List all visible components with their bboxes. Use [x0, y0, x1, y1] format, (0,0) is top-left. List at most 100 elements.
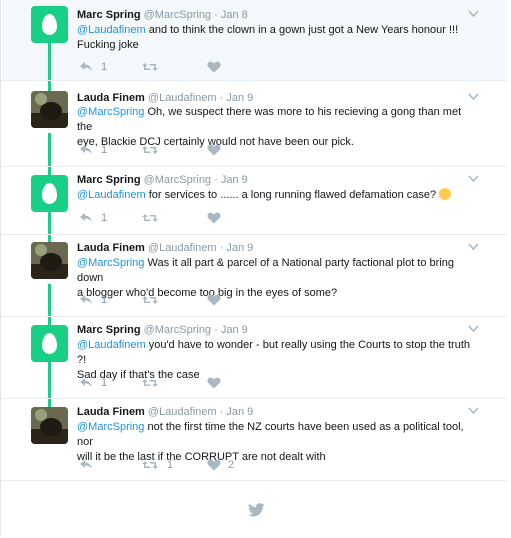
display-name[interactable]: Marc Spring — [77, 9, 141, 21]
timestamp[interactable]: Jan 8 — [221, 9, 248, 21]
reply-count: 1 — [101, 61, 108, 73]
thread-line — [48, 43, 51, 80]
reply-icon[interactable] — [79, 60, 93, 74]
handle[interactable]: @MarcSpring — [144, 324, 211, 336]
retweet-icon[interactable] — [142, 143, 158, 157]
reply-icon[interactable] — [79, 376, 93, 390]
heart-icon[interactable] — [207, 376, 221, 390]
tweet-text: @Laudafinem for services to ...... a lon… — [77, 188, 477, 203]
timestamp[interactable]: Jan 9 — [221, 174, 248, 186]
reply-count: 1 — [101, 377, 108, 389]
tweet-text: @MarcSpring Was it all part & parcel of … — [77, 257, 455, 299]
thread-line — [48, 133, 51, 167]
separator: · — [219, 92, 224, 104]
laughing-emoji-icon — [439, 188, 452, 200]
retweet-icon[interactable] — [142, 60, 158, 74]
mention-link[interactable]: @MarcSpring — [77, 106, 144, 118]
heart-icon[interactable] — [207, 293, 221, 307]
chevron-down-icon[interactable] — [468, 175, 479, 183]
heart-icon[interactable] — [207, 211, 221, 225]
retweet-icon[interactable] — [142, 211, 158, 225]
retweet-icon[interactable] — [142, 458, 158, 472]
handle[interactable]: @Laudafinem — [148, 406, 217, 418]
tweet[interactable]: Lauda Finem @Laudafinem · Jan 9 @MarcSpr… — [1, 234, 507, 317]
thread-line — [48, 212, 51, 235]
timeline-footer — [1, 480, 507, 538]
retweet-count: 1 — [167, 459, 174, 471]
timestamp[interactable]: Jan 9 — [226, 92, 253, 104]
separator: · — [219, 406, 224, 418]
handle[interactable]: @MarcSpring — [144, 9, 211, 21]
reply-icon[interactable] — [79, 211, 93, 225]
chevron-down-icon[interactable] — [468, 407, 479, 415]
dog-photo — [31, 242, 68, 279]
display-name[interactable]: Lauda Finem — [77, 406, 145, 418]
heart-icon[interactable] — [207, 458, 221, 472]
thread-line — [48, 399, 51, 407]
separator: · — [214, 9, 218, 21]
like-count: 2 — [228, 459, 235, 471]
tweet-header: Marc Spring @MarcSpring · Jan 8 — [77, 9, 248, 21]
twitter-bird-icon — [248, 503, 265, 517]
thread-line — [48, 167, 51, 175]
dog-photo — [31, 91, 68, 128]
retweet-icon[interactable] — [142, 293, 158, 307]
handle[interactable]: @Laudafinem — [148, 242, 217, 254]
mention-link[interactable]: @MarcSpring — [77, 257, 144, 269]
reply-icon[interactable] — [79, 293, 93, 307]
thread-line — [48, 362, 51, 399]
heart-icon[interactable] — [207, 60, 221, 74]
conversation-thread: Marc Spring @MarcSpring · Jan 8 @Laudafi… — [0, 0, 511, 537]
reply-icon[interactable] — [79, 143, 93, 157]
avatar[interactable] — [31, 325, 68, 362]
thread-line — [48, 235, 51, 242]
timestamp[interactable]: Jan 9 — [226, 406, 253, 418]
tweet-header: Lauda Finem @Laudafinem · Jan 9 — [77, 242, 253, 254]
mention-link[interactable]: @MarcSpring — [77, 421, 144, 433]
tweet[interactable]: Lauda Finem @Laudafinem · Jan 9 @MarcSpr… — [1, 80, 507, 167]
chevron-down-icon[interactable] — [468, 243, 479, 251]
avatar[interactable] — [31, 242, 68, 279]
chevron-down-icon[interactable] — [468, 93, 479, 101]
reply-count: 1 — [101, 212, 108, 224]
handle[interactable]: @Laudafinem — [148, 92, 217, 104]
mention-link[interactable]: @Laudafinem — [77, 189, 146, 201]
handle[interactable]: @MarcSpring — [144, 174, 211, 186]
heart-icon[interactable] — [207, 143, 221, 157]
tweet-header: Marc Spring @MarcSpring · Jan 9 — [77, 174, 248, 186]
thread-line — [48, 284, 51, 317]
tweet[interactable]: Lauda Finem @Laudafinem · Jan 9 @MarcSpr… — [1, 398, 507, 480]
display-name[interactable]: Lauda Finem — [77, 242, 145, 254]
timestamp[interactable]: Jan 9 — [221, 324, 248, 336]
avatar[interactable] — [31, 175, 68, 212]
separator: · — [214, 174, 218, 186]
tweet-text: @Laudafinem and to think the clown in a … — [77, 24, 459, 51]
reply-icon[interactable] — [79, 458, 93, 472]
reply-count: 1 — [101, 294, 108, 306]
tweet-header: Marc Spring @MarcSpring · Jan 9 — [77, 324, 248, 336]
tweet[interactable]: Marc Spring @MarcSpring · Jan 9 @Laudafi… — [1, 316, 507, 399]
tweet-header: Lauda Finem @Laudafinem · Jan 9 — [77, 92, 253, 104]
mention-link[interactable]: @Laudafinem — [77, 24, 146, 36]
display-name[interactable]: Marc Spring — [77, 174, 141, 186]
display-name[interactable]: Lauda Finem — [77, 92, 145, 104]
separator: · — [214, 324, 218, 336]
tweet[interactable]: Marc Spring @MarcSpring · Jan 8 @Laudafi… — [1, 0, 507, 80]
tweet-text: @Laudafinem you'd have to wonder - but r… — [77, 339, 470, 381]
avatar[interactable] — [31, 407, 68, 444]
display-name[interactable]: Marc Spring — [77, 324, 141, 336]
tweet[interactable]: Marc Spring @MarcSpring · Jan 9 @Laudafi… — [1, 166, 507, 235]
separator: · — [219, 242, 224, 254]
mention-link[interactable]: @Laudafinem — [77, 339, 146, 351]
timestamp[interactable]: Jan 9 — [226, 242, 253, 254]
thread-line — [48, 81, 51, 91]
avatar[interactable] — [31, 6, 68, 43]
dog-photo — [31, 407, 68, 444]
thread-line — [48, 317, 51, 325]
chevron-down-icon[interactable] — [468, 325, 479, 333]
avatar[interactable] — [31, 91, 68, 128]
chevron-down-icon[interactable] — [468, 10, 479, 18]
retweet-icon[interactable] — [142, 376, 158, 390]
tweet-header: Lauda Finem @Laudafinem · Jan 9 — [77, 406, 253, 418]
tweet-text: @MarcSpring not the first time the NZ co… — [77, 421, 464, 463]
